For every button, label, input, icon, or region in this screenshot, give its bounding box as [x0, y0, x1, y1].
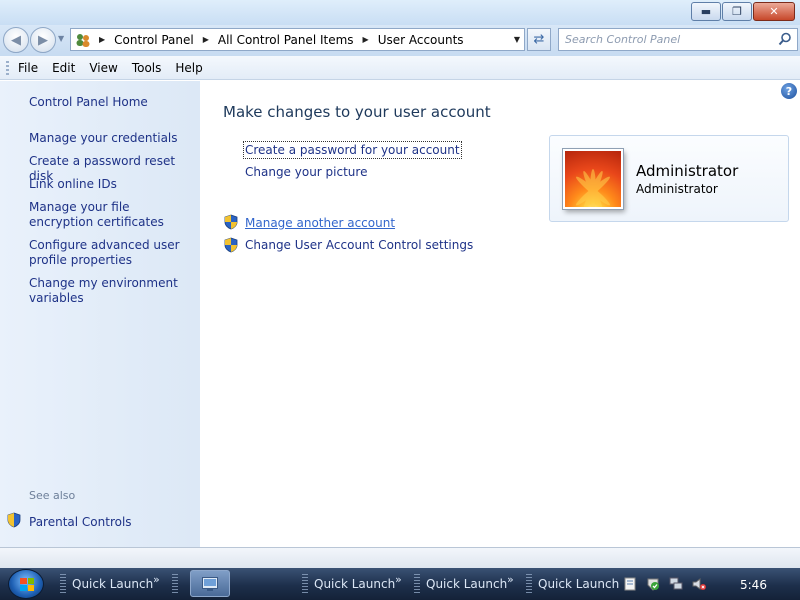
manage-credentials-link[interactable]: Manage your credentials — [29, 131, 194, 146]
breadcrumb-separator[interactable]: ▶ — [363, 35, 369, 44]
file-encryption-certificates-link[interactable]: Manage your file encryption certificates — [29, 200, 194, 230]
see-also-heading: See also — [29, 489, 76, 502]
back-arrow-icon: ◀ — [11, 32, 21, 48]
users-icon — [75, 32, 91, 48]
quick-launch-toolbar[interactable]: Quick Launch — [72, 577, 153, 591]
system-clock[interactable]: 5:46 — [740, 578, 767, 592]
toolbar-chevron-icon[interactable]: » — [507, 573, 514, 586]
search-input[interactable] — [565, 33, 775, 46]
address-bar[interactable]: ▶ Control Panel ▶ All Control Panel Item… — [70, 28, 525, 51]
toolbar-grip[interactable] — [302, 574, 308, 594]
uac-shield-icon — [223, 237, 239, 256]
search-box[interactable] — [558, 28, 798, 51]
menu-grip — [6, 60, 9, 75]
menu-help[interactable]: Help — [175, 61, 202, 75]
breadcrumb-user-accounts[interactable]: User Accounts — [378, 33, 464, 47]
account-name: Administrator — [636, 162, 739, 180]
link-online-ids-link[interactable]: Link online IDs — [29, 177, 194, 192]
refresh-icon: ⇄ — [533, 32, 545, 47]
menu-edit[interactable]: Edit — [52, 61, 75, 75]
menu-tools[interactable]: Tools — [132, 61, 162, 75]
windows-start-icon — [20, 578, 34, 591]
change-picture-link[interactable]: Change your picture — [245, 165, 367, 179]
main-pane: ? Make changes to your user account Crea… — [200, 81, 800, 547]
back-button[interactable]: ◀ — [3, 27, 29, 53]
search-icon[interactable] — [778, 32, 792, 49]
toolbar-chevron-icon[interactable]: » — [153, 573, 160, 586]
start-button[interactable] — [8, 569, 44, 599]
advanced-profile-properties-link[interactable]: Configure advanced user profile properti… — [29, 238, 194, 268]
environment-variables-link[interactable]: Change my environment variables — [29, 276, 194, 306]
taskbar-control-panel-button[interactable] — [190, 570, 230, 597]
account-picture[interactable] — [563, 149, 623, 209]
forward-arrow-icon: ▶ — [38, 32, 48, 48]
page-title: Make changes to your user account — [223, 103, 491, 121]
parental-controls-label: Parental Controls — [29, 514, 132, 529]
volume-muted-icon[interactable] — [692, 577, 706, 591]
breadcrumb-control-panel[interactable]: Control Panel — [114, 33, 194, 47]
menu-file[interactable]: File — [18, 61, 38, 75]
forward-button[interactable]: ▶ — [30, 27, 56, 53]
toolbar-grip[interactable] — [414, 574, 420, 594]
left-pane: Control Panel Home Manage your credentia… — [0, 81, 200, 547]
menu-view[interactable]: View — [89, 61, 117, 75]
control-panel-home-link[interactable]: Control Panel Home — [29, 95, 194, 110]
refresh-button[interactable]: ⇄ — [527, 28, 551, 51]
status-bar — [0, 547, 800, 568]
recent-pages-dropdown[interactable]: ▼ — [58, 34, 64, 43]
action-center-icon[interactable] — [646, 577, 660, 591]
account-card: Administrator Administrator — [549, 135, 789, 222]
minimize-button[interactable]: ▬ — [691, 2, 721, 21]
title-bar: ▬ ❐ ✕ — [0, 0, 800, 25]
uac-shield-icon — [223, 214, 239, 233]
breadcrumb-all-items[interactable]: All Control Panel Items — [218, 33, 354, 47]
address-dropdown-icon[interactable]: ▼ — [514, 35, 520, 44]
menu-bar: File Edit View Tools Help — [0, 56, 800, 80]
window-controls: ▬ ❐ ✕ — [691, 2, 795, 21]
account-role: Administrator — [636, 182, 718, 196]
toolbar-grip[interactable] — [526, 574, 532, 594]
manage-another-account-link[interactable]: Manage another account — [245, 216, 395, 230]
create-password-link[interactable]: Create a password for your account — [243, 141, 462, 159]
quick-launch-toolbar[interactable]: Quick Launch — [314, 577, 395, 591]
help-icon[interactable]: ? — [781, 83, 797, 99]
taskbar: Quick Launch » Quick Launch » Quick Laun… — [0, 568, 800, 600]
close-button[interactable]: ✕ — [753, 2, 795, 21]
toolbar-chevron-icon[interactable]: » — [395, 573, 402, 586]
toolbar-grip[interactable] — [172, 574, 178, 594]
uac-shield-icon — [6, 512, 22, 531]
uac-settings-link[interactable]: Change User Account Control settings — [245, 238, 473, 252]
navigation-bar: ◀ ▶ ▼ ▶ Control Panel ▶ All Control Pane… — [0, 25, 800, 56]
maximize-button[interactable]: ❐ — [722, 2, 752, 21]
breadcrumb-separator[interactable]: ▶ — [203, 35, 209, 44]
quick-launch-toolbar[interactable]: Quick Launch — [538, 577, 619, 591]
network-icon[interactable] — [669, 577, 683, 591]
notes-icon[interactable] — [623, 577, 637, 591]
toolbar-grip[interactable] — [60, 574, 66, 594]
breadcrumb-separator[interactable]: ▶ — [99, 35, 105, 44]
quick-launch-toolbar[interactable]: Quick Launch — [426, 577, 507, 591]
parental-controls-link[interactable]: Parental Controls — [6, 512, 132, 531]
control-panel-icon — [202, 576, 218, 591]
